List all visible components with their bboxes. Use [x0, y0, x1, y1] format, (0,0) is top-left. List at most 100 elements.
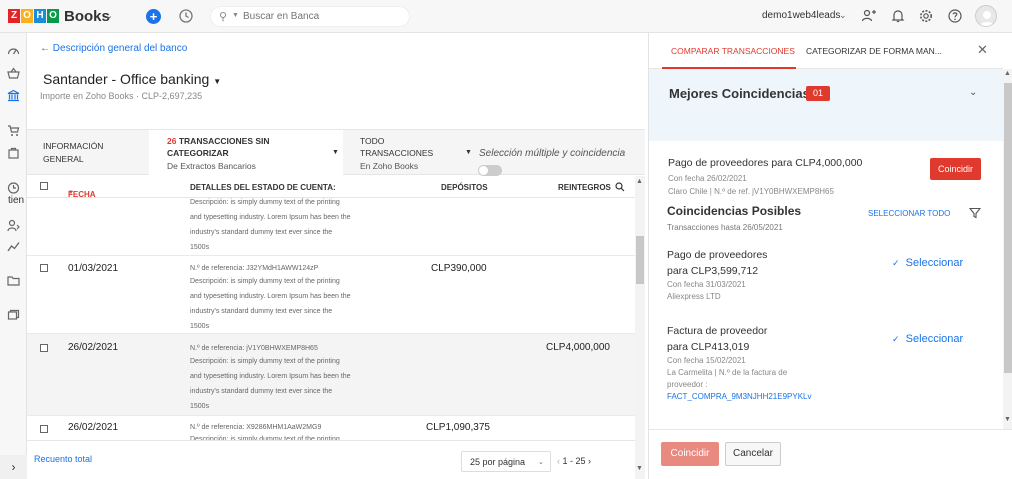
select-match-button[interactable]: ✓ Seleccionar: [892, 333, 963, 345]
search-icon: ⚲: [219, 11, 228, 23]
table-row[interactable]: Descripción: is simply dummy text of the…: [27, 198, 635, 256]
table-row[interactable]: 26/02/2021 N.º de referencia: X9286MHM1A…: [27, 416, 635, 440]
row-description: Descripción: is simply dummy text of the…: [190, 274, 370, 334]
possible-match-title-line2: para CLP3,599,712: [667, 265, 759, 277]
best-match-meta: Claro Chile | N.º de ref. jV1Y0BHWXEMP8H…: [668, 187, 834, 196]
recent-history-icon[interactable]: [178, 8, 194, 24]
collapse-sidebar-button[interactable]: ›: [0, 455, 27, 479]
match-button[interactable]: Coincidir: [930, 158, 981, 180]
pagination: ‹ 1 - 25 ›: [557, 456, 591, 466]
account-dropdown-caret-icon[interactable]: ▼: [213, 77, 221, 86]
account-title-text: Santander - Office banking: [43, 71, 210, 87]
desc-line: Descripción: is simply dummy text of the…: [190, 436, 340, 440]
sales-cart-icon[interactable]: [7, 124, 20, 137]
next-page-icon[interactable]: ›: [588, 456, 591, 466]
dashboard-icon[interactable]: [7, 45, 20, 58]
column-withdrawals: REINTEGROS: [558, 183, 611, 192]
possible-match-item: Pago de proveedores para CLP3,599,712 Co…: [667, 247, 907, 303]
panel-scrollbar[interactable]: ▲ ▼: [1003, 69, 1012, 429]
app-switcher-chevron-icon[interactable]: ⌄: [104, 9, 113, 22]
tab-compare-transactions[interactable]: COMPARAR TRANSACCIONES: [671, 46, 795, 56]
filter-icon[interactable]: [969, 207, 981, 219]
help-icon[interactable]: [947, 8, 963, 24]
purchases-bag-icon[interactable]: [7, 146, 20, 159]
left-navigation: tien: [0, 33, 27, 479]
items-basket-icon[interactable]: [7, 67, 20, 80]
multi-select-label: Selección múltiple y coincidencia: [479, 148, 626, 159]
back-to-bank-overview-link[interactable]: ← Descripción general del banco: [40, 43, 187, 54]
documents-folder-icon[interactable]: [7, 274, 20, 287]
tab-overview[interactable]: INFORMACIÓN GENERAL: [27, 130, 149, 176]
desc-line: Descripción: is simply dummy text of the…: [190, 278, 340, 285]
scroll-up-icon[interactable]: ▲: [1004, 70, 1011, 77]
organization-name[interactable]: demo1web4leads: [762, 10, 840, 21]
match-submit-button[interactable]: Coincidir: [661, 442, 719, 466]
banking-icon[interactable]: [7, 89, 20, 102]
search-bar[interactable]: ⚲ ▼: [210, 6, 410, 27]
table-header: FECHA ▼ DETALLES DEL ESTADO DE CUENTA: D…: [27, 176, 635, 199]
tab-uncategorized-line2: CATEGORIZAR: [167, 148, 229, 158]
best-matches-title: Mejores Coincidencias: [669, 86, 810, 101]
possible-match-title-line1: Factura de proveedor: [667, 325, 768, 337]
reports-chart-icon[interactable]: [7, 240, 20, 253]
projects-stack-icon[interactable]: [7, 309, 20, 322]
column-deposits: DEPÓSITOS: [441, 183, 488, 192]
search-input[interactable]: [243, 9, 403, 24]
per-page-select[interactable]: 25 por página ⌄: [461, 451, 551, 472]
best-matches-section: Mejores Coincidencias 01 ⌄ Pago de prove…: [649, 69, 1003, 219]
contacts-icon[interactable]: [7, 219, 20, 232]
tab-uncategorized-line3: De Extractos Bancarios: [167, 161, 256, 171]
desc-line: 1500s: [190, 323, 210, 330]
table-row-selected[interactable]: 26/02/2021 N.º de referencia: jV1Y0BHWXE…: [27, 334, 635, 416]
scroll-down-icon[interactable]: ▼: [636, 465, 643, 472]
multi-select-toggle[interactable]: [478, 165, 502, 176]
settings-gear-icon[interactable]: [918, 8, 934, 24]
tab-all-line2: TRANSACCIONES: [360, 148, 434, 158]
panel-tabs: COMPARAR TRANSACCIONES CATEGORIZAR DE FO…: [649, 33, 1003, 69]
checkmark-icon: ✓: [892, 334, 900, 344]
row-description: Descripción: is simply dummy text of the…: [190, 354, 370, 414]
scrollbar-thumb[interactable]: [636, 236, 644, 284]
select-all-link[interactable]: SELECCIONAR TODO: [868, 209, 950, 218]
table-search-icon[interactable]: [615, 182, 625, 192]
row-checkbox[interactable]: [40, 344, 48, 352]
all-transactions-dropdown-caret-icon[interactable]: ▼: [465, 149, 472, 156]
row-date: 26/02/2021: [68, 342, 119, 353]
prev-page-icon[interactable]: ‹: [557, 456, 560, 466]
nav-partial-label[interactable]: tien: [8, 195, 24, 206]
desc-line: Descripción: is simply dummy text of the…: [190, 199, 340, 206]
table-row[interactable]: 01/03/2021 N.º de referencia: J32YMdH1AW…: [27, 256, 635, 334]
table-scrollbar[interactable]: ▲ ▼: [635, 176, 645, 479]
tab-uncategorized[interactable]: 26 TRANSACCIONES SIN CATEGORIZAR De Extr…: [149, 130, 343, 176]
notifications-bell-icon[interactable]: [890, 8, 906, 24]
row-checkbox[interactable]: [40, 264, 48, 272]
collapse-chevron-icon[interactable]: ⌄: [969, 87, 977, 98]
logo-letter: H: [34, 9, 46, 23]
transactions-table: Descripción: is simply dummy text of the…: [27, 198, 635, 440]
account-title[interactable]: Santander - Office banking ▼: [43, 71, 221, 87]
cancel-button[interactable]: Cancelar: [725, 442, 781, 466]
bill-number-link[interactable]: FACT_COMPRA_9M3NJHH21E9PYKLv: [667, 391, 907, 403]
close-panel-icon[interactable]: ✕: [977, 42, 988, 58]
tab-categorize-manually[interactable]: CATEGORIZAR DE FORMA MAN...: [806, 46, 942, 56]
search-scope-caret-icon[interactable]: ▼: [232, 12, 239, 19]
org-switcher-chevron-icon[interactable]: ⌄: [839, 10, 847, 21]
select-match-button[interactable]: ✓ Seleccionar: [892, 257, 963, 269]
select-all-checkbox[interactable]: [40, 182, 48, 190]
tab-all-transactions[interactable]: TODO TRANSACCIONES En Zoho Books ▼: [343, 130, 477, 176]
user-avatar[interactable]: [975, 5, 997, 27]
row-description: Descripción: is simply dummy text of the…: [190, 198, 370, 255]
scroll-down-icon[interactable]: ▼: [1004, 416, 1011, 423]
quick-create-button[interactable]: +: [146, 9, 161, 24]
product-name: Books: [64, 7, 110, 25]
scrollbar-thumb[interactable]: [1004, 83, 1012, 373]
possible-match-title-line2: para CLP413,019: [667, 341, 750, 353]
uncategorized-dropdown-caret-icon[interactable]: ▼: [332, 149, 339, 156]
time-tracking-icon[interactable]: [7, 181, 20, 194]
total-count-link[interactable]: Recuento total: [34, 454, 92, 464]
row-checkbox[interactable]: [40, 425, 48, 433]
referral-users-icon[interactable]: [861, 8, 877, 24]
scroll-up-icon[interactable]: ▲: [636, 178, 643, 185]
zoho-books-logo[interactable]: Z O H O Books: [8, 7, 110, 25]
tab-uncategorized-line1: TRANSACCIONES SIN: [178, 136, 270, 146]
